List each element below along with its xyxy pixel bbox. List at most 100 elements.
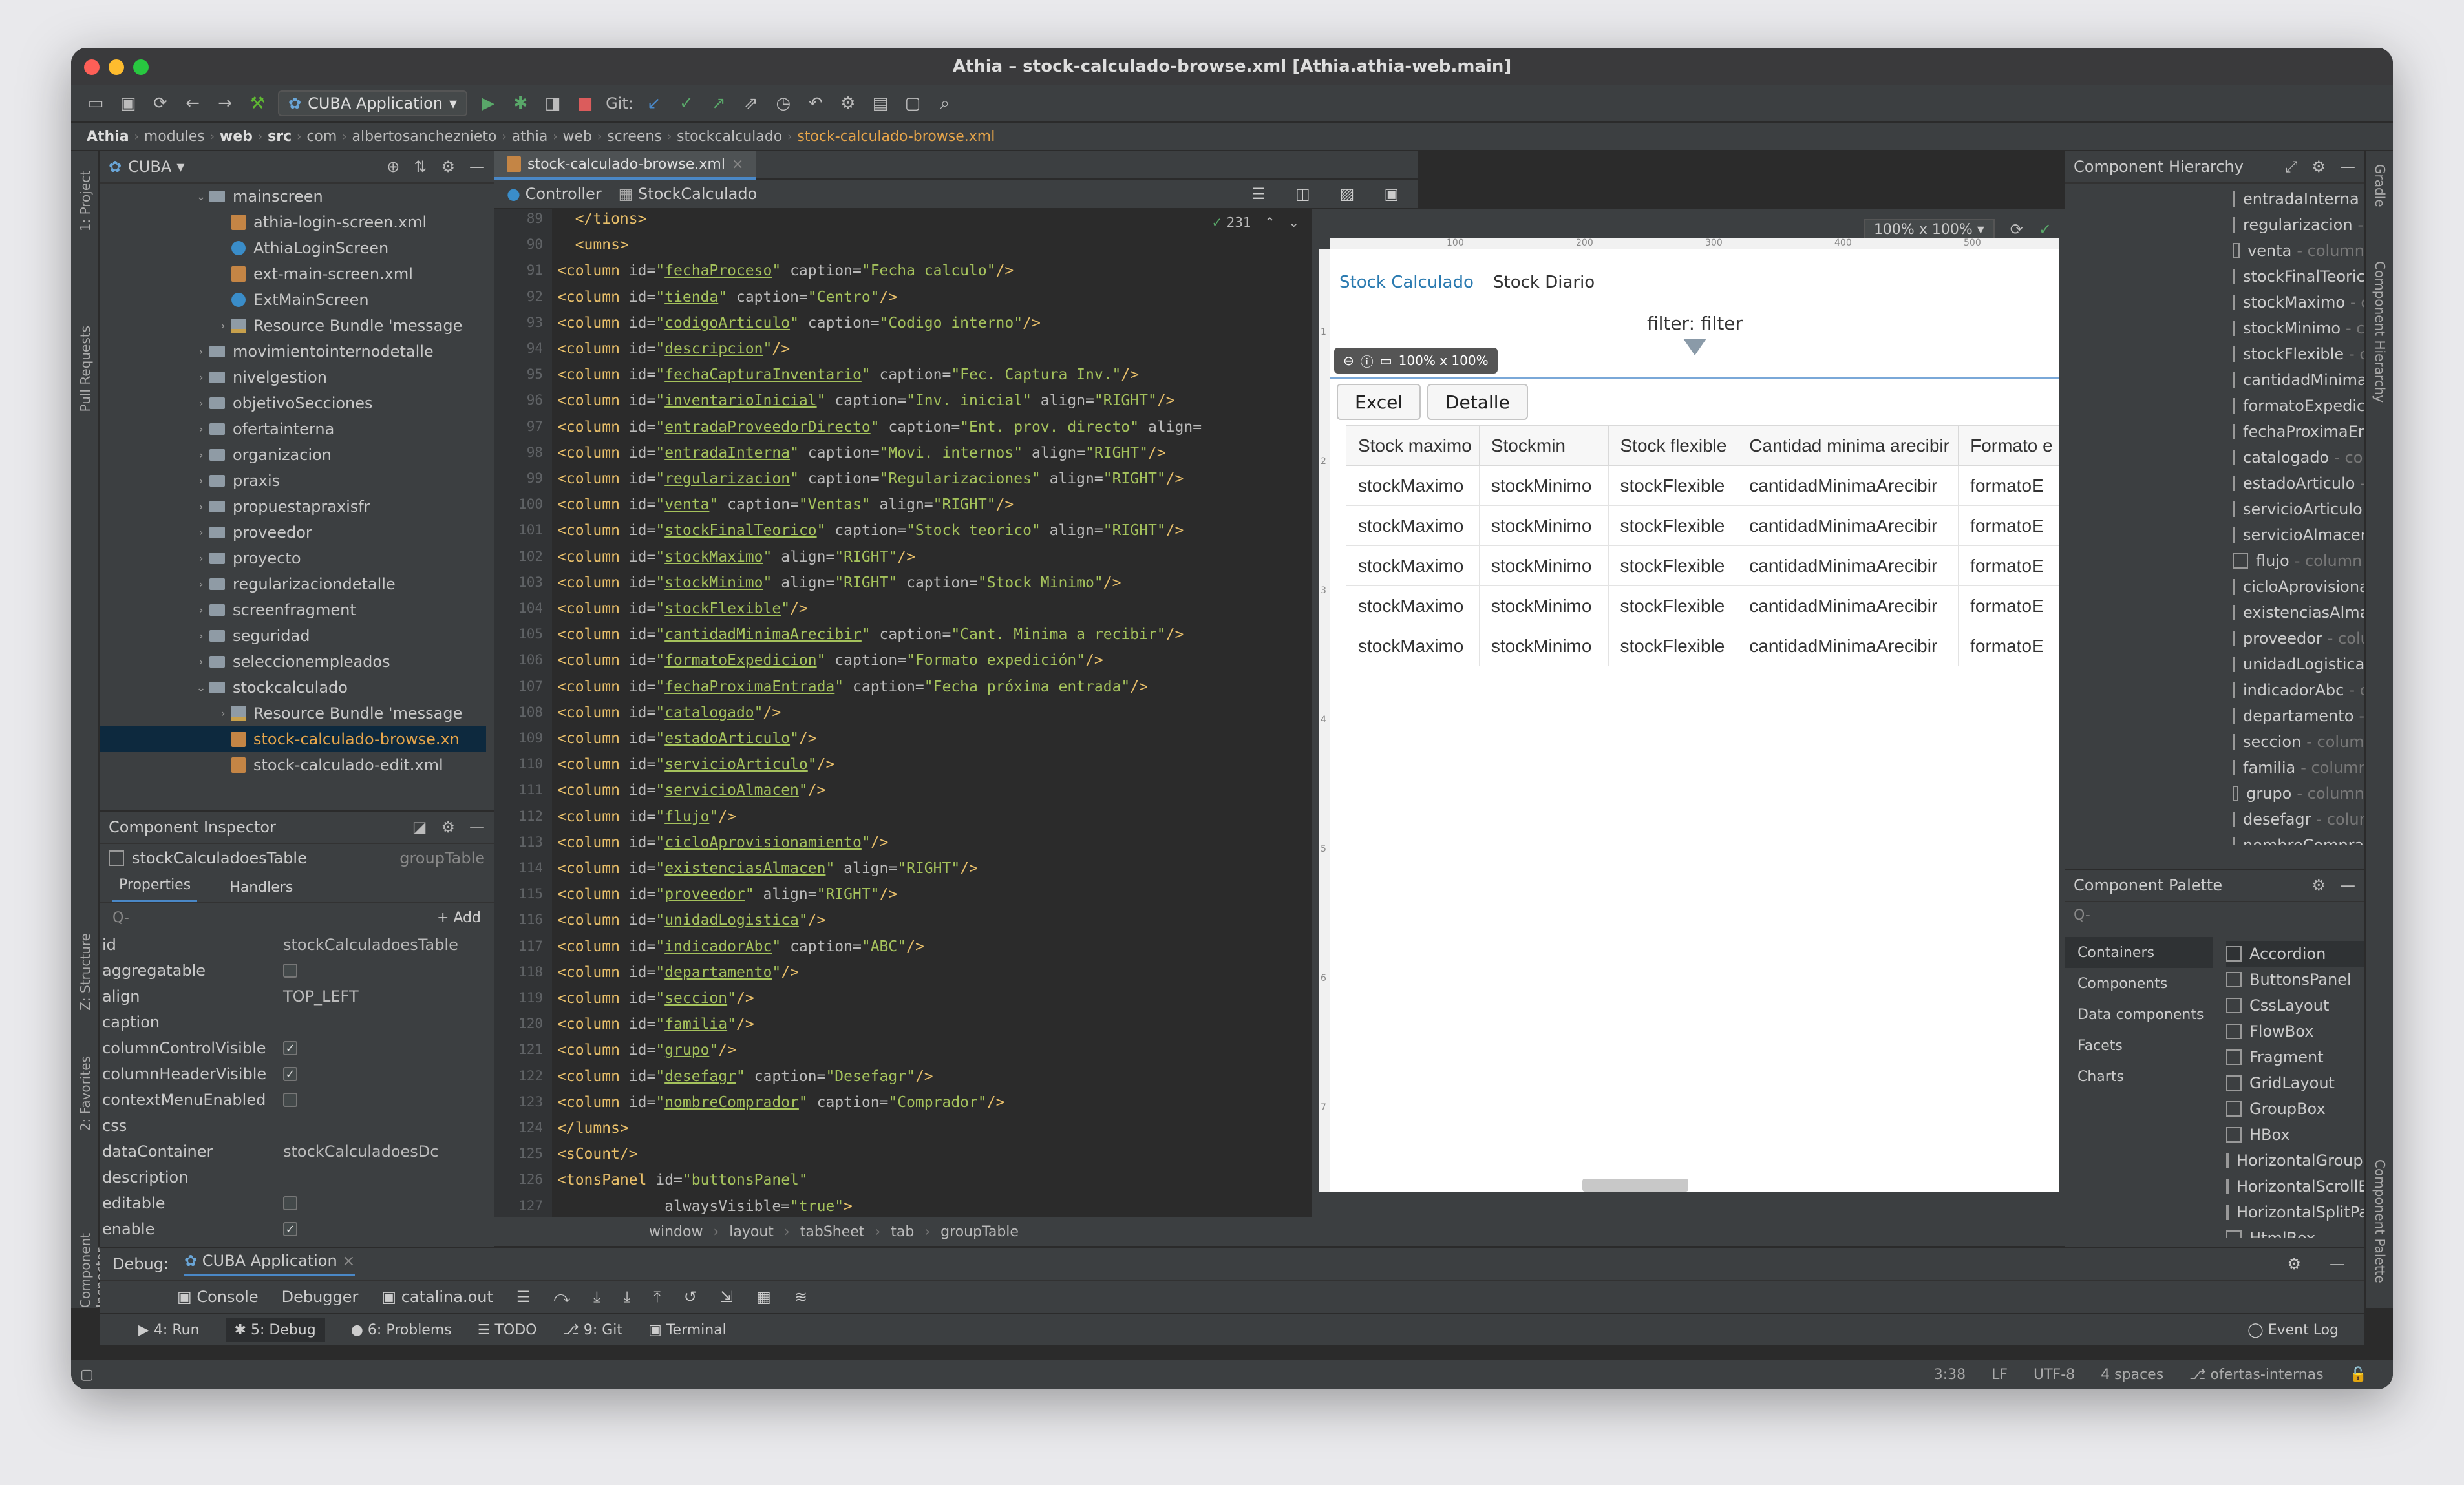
hierarchy-item[interactable]: flujo - column bbox=[2065, 548, 2364, 574]
palette-category[interactable]: Containers bbox=[2065, 937, 2213, 968]
tree-item[interactable]: › screenfragment bbox=[100, 597, 486, 623]
open-folder-icon[interactable]: ▭ bbox=[84, 92, 107, 115]
tree-item[interactable]: › seguridad bbox=[100, 623, 486, 649]
property-row[interactable]: columnHeaderVisible ✓ bbox=[100, 1061, 486, 1087]
property-row[interactable]: contextMenuEnabled bbox=[100, 1087, 486, 1113]
hide-panel-icon[interactable]: — bbox=[2330, 1255, 2345, 1273]
tree-item[interactable]: › praxis bbox=[100, 468, 486, 494]
git-compare-icon[interactable]: ⇗ bbox=[739, 92, 763, 115]
column-header[interactable]: Stock maximo bbox=[1346, 425, 1480, 466]
chevron-right-icon[interactable]: › bbox=[193, 397, 209, 410]
close-window-icon[interactable] bbox=[84, 59, 100, 75]
git-update-icon[interactable]: ↙ bbox=[643, 92, 666, 115]
tab-stock-diario[interactable]: Stock Diario bbox=[1493, 273, 1595, 292]
preview-mode-icon[interactable]: ▨ bbox=[1340, 185, 1355, 203]
xml-breadcrumb-item[interactable]: window bbox=[649, 1224, 703, 1240]
tree-item[interactable]: › movimientointernodetalle bbox=[100, 339, 486, 364]
tab-properties[interactable]: Properties bbox=[112, 877, 198, 902]
drop-frame-icon[interactable]: ↺ bbox=[684, 1288, 697, 1306]
git-commit-icon[interactable]: ✓ bbox=[675, 92, 698, 115]
design-canvas[interactable]: Stock Calculado Stock Diario filter: fil… bbox=[1330, 249, 2059, 1192]
tree-item[interactable]: › proveedor bbox=[100, 520, 486, 545]
collapse-all-icon[interactable]: ⇅ bbox=[414, 158, 427, 176]
horizontal-scrollbar[interactable] bbox=[1582, 1179, 1688, 1192]
chevron-right-icon[interactable]: › bbox=[193, 526, 209, 540]
build-hammer-icon[interactable]: ⚒ bbox=[246, 92, 269, 115]
hide-panel-icon[interactable]: — bbox=[469, 818, 485, 836]
next-icon[interactable]: ⌄ bbox=[1288, 215, 1299, 230]
restore-icon[interactable]: ◪ bbox=[412, 818, 427, 836]
hierarchy-item[interactable]: regularizacion - colum bbox=[2065, 212, 2364, 238]
catalina-tab[interactable]: ▣ catalina.out bbox=[381, 1288, 493, 1306]
forward-icon[interactable]: → bbox=[213, 92, 237, 115]
controller-subtab[interactable]: ● Controller bbox=[507, 185, 602, 203]
property-row[interactable]: align TOP_LEFT bbox=[100, 984, 486, 1009]
chevron-down-icon[interactable]: ⌄ bbox=[193, 190, 209, 204]
hierarchy-item[interactable]: unidadLogistica- colu bbox=[2065, 651, 2364, 677]
breadcrumb-item[interactable]: web bbox=[563, 129, 593, 145]
property-checkbox[interactable]: ✓ bbox=[283, 1222, 297, 1236]
palette-category[interactable]: Data components bbox=[2065, 999, 2213, 1030]
inspection-widget[interactable]: ✓ 231 ⌃ ⌄ bbox=[1211, 215, 1299, 230]
tree-item[interactable]: stock-calculado-edit.xml bbox=[100, 752, 486, 778]
property-row[interactable]: caption bbox=[100, 1009, 486, 1035]
debugger-tab[interactable]: Debugger bbox=[282, 1288, 359, 1306]
text-mode-icon[interactable]: ☰ bbox=[1251, 185, 1266, 203]
column-header[interactable]: Cantidad minima arecibir bbox=[1737, 425, 1959, 466]
palette-item[interactable]: ButtonsPanel bbox=[2226, 967, 2364, 993]
hierarchy-item[interactable]: grupo - column bbox=[2065, 781, 2364, 806]
coverage-icon[interactable]: ◨ bbox=[541, 92, 564, 115]
property-row[interactable]: dataContainer stockCalculadoesDc bbox=[100, 1139, 486, 1164]
palette-item[interactable]: Fragment bbox=[2226, 1044, 2364, 1070]
refresh-icon[interactable]: ⟳ bbox=[2010, 220, 2023, 238]
property-row[interactable]: columnControlVisible ✓ bbox=[100, 1035, 486, 1061]
column-header[interactable]: Formato e bbox=[1958, 425, 2059, 466]
breadcrumb-item[interactable]: com bbox=[306, 129, 337, 145]
group-table[interactable]: Stock maximo Stockmin Stock flexible Cantid… bbox=[1346, 425, 2059, 666]
hierarchy-item[interactable]: familia - column bbox=[2065, 755, 2364, 781]
chevron-right-icon[interactable]: › bbox=[193, 423, 209, 436]
hierarchy-item[interactable]: departamento - colum bbox=[2065, 703, 2364, 729]
hierarchy-item[interactable]: stockMinimo - columr bbox=[2065, 315, 2364, 341]
prev-icon[interactable]: ⌃ bbox=[1264, 215, 1275, 230]
hide-panel-icon[interactable]: — bbox=[2340, 158, 2355, 176]
bottom-tool-tab[interactable]: ▣ Terminal bbox=[648, 1322, 727, 1338]
terminal-window-icon[interactable]: ▢ bbox=[901, 92, 924, 115]
console-tab[interactable]: ▣ Console bbox=[177, 1288, 259, 1306]
hierarchy-item[interactable]: servicioAlmacen- col bbox=[2065, 522, 2364, 548]
mini-zoom-toolbar[interactable]: ⊖ ⓘ ▭ 100% x 100% bbox=[1334, 348, 1498, 374]
info-icon[interactable]: ⓘ bbox=[1361, 352, 1374, 370]
palette-item[interactable]: FlowBox bbox=[2226, 1018, 2364, 1044]
property-row[interactable]: aggregatable bbox=[100, 958, 486, 984]
palette-category[interactable]: Charts bbox=[2065, 1061, 2213, 1092]
indent-setting[interactable]: 4 spaces bbox=[2101, 1367, 2163, 1383]
tree-item[interactable]: › organizacion bbox=[100, 442, 486, 468]
chevron-right-icon[interactable]: › bbox=[193, 655, 209, 669]
tree-item[interactable]: athia-login-screen.xml bbox=[100, 209, 486, 235]
pull-requests-tool-tab[interactable]: Pull Requests bbox=[78, 326, 93, 412]
detalle-button[interactable]: Detalle bbox=[1427, 384, 1528, 420]
step-over-icon[interactable]: ⤼ bbox=[553, 1288, 570, 1306]
split-mode-icon[interactable]: ◫ bbox=[1295, 185, 1310, 203]
step-out-icon[interactable]: ⤒ bbox=[653, 1288, 661, 1306]
chevron-right-icon[interactable]: › bbox=[193, 500, 209, 514]
component-palette-tool-tab[interactable]: Component Palette bbox=[2372, 1159, 2388, 1283]
tree-item[interactable]: › proyecto bbox=[100, 545, 486, 571]
chevron-down-icon[interactable]: ▾ bbox=[176, 158, 184, 176]
hierarchy-item[interactable]: desefagr - column bbox=[2065, 806, 2364, 832]
caret-position[interactable]: 3:38 bbox=[1934, 1367, 1966, 1383]
gear-icon[interactable]: ⚙ bbox=[2311, 158, 2326, 176]
editor-tab[interactable]: stock-calculado-browse.xml × bbox=[494, 151, 757, 180]
tab-stock-calculado[interactable]: Stock Calculado bbox=[1339, 273, 1474, 292]
favorites-tool-tab[interactable]: 2: Favorites bbox=[78, 1056, 93, 1131]
hierarchy-item[interactable]: stockFlexible - colum bbox=[2065, 341, 2364, 367]
hide-panel-icon[interactable]: — bbox=[469, 158, 485, 176]
hierarchy-item[interactable]: existenciasAlmacen- bbox=[2065, 600, 2364, 626]
trace-icon[interactable]: ≋ bbox=[794, 1288, 807, 1306]
property-value[interactable]: stockCalculadoesDc bbox=[283, 1143, 438, 1161]
hierarchy-item[interactable]: indicadorAbc - colum bbox=[2065, 677, 2364, 703]
bottom-tool-tab[interactable]: ☰ TODO bbox=[478, 1322, 537, 1338]
maximize-window-icon[interactable] bbox=[133, 59, 149, 75]
gear-icon[interactable]: ⚙ bbox=[2287, 1255, 2301, 1273]
breadcrumb-item[interactable]: modules bbox=[144, 129, 205, 145]
